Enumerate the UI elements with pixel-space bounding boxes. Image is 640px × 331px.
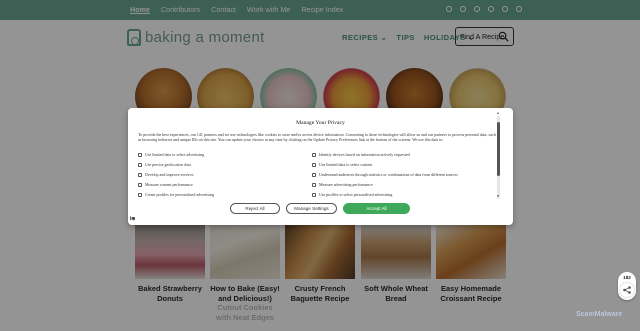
manage-settings-button[interactable]: Manage Settings [286,203,337,214]
checkbox-icon [138,182,142,187]
purpose-item: Understand audiences through statistics … [312,172,458,177]
checkbox-icon [138,152,142,157]
purpose-item: Measure advertising performance [312,182,373,187]
share-icon [623,286,631,294]
purpose-item: Use precise geolocation data [138,162,191,167]
purpose-item: Use profiles to select personalised adve… [312,192,392,197]
purpose-item: Measure content performance [138,182,193,187]
scrollbar-thumb[interactable] [497,122,500,176]
purpose-item: Identify devices based on information ac… [312,152,410,157]
purpose-item: Create profiles for personalised adverti… [138,192,214,197]
checkbox-icon [312,172,316,177]
privacy-scrollbar[interactable] [497,116,500,199]
purpose-item: Use limited data to select advertising [138,152,204,157]
checkbox-icon [312,162,316,167]
checkbox-icon [312,192,316,197]
privacy-modal-description: To provide the best experiences, our 141… [138,132,496,142]
checkbox-icon [138,162,142,167]
checkbox-icon [138,172,142,177]
scroll-up-icon[interactable]: ▴ [497,111,501,115]
accept-all-button[interactable]: Accept All [343,203,410,214]
watermark: ScamMalware [576,311,623,318]
privacy-purposes-list[interactable]: Use limited data to select advertising U… [138,152,502,198]
reject-all-button[interactable]: Reject All [230,203,280,214]
privacy-modal-title: Manage Your Privacy [296,120,345,126]
consent-provider-logo: Ⅰ⊞ [130,216,136,221]
purpose-item: Develop and improve services [138,172,194,177]
checkbox-icon [312,152,316,157]
purpose-item: Use limited data to select content [312,162,372,167]
checkbox-icon [138,192,142,197]
share-button[interactable] [620,283,634,297]
share-widget: 182 [618,272,636,300]
checkbox-icon [312,182,316,187]
share-count: 182 [623,275,631,280]
scroll-down-icon[interactable]: ▾ [497,194,501,198]
